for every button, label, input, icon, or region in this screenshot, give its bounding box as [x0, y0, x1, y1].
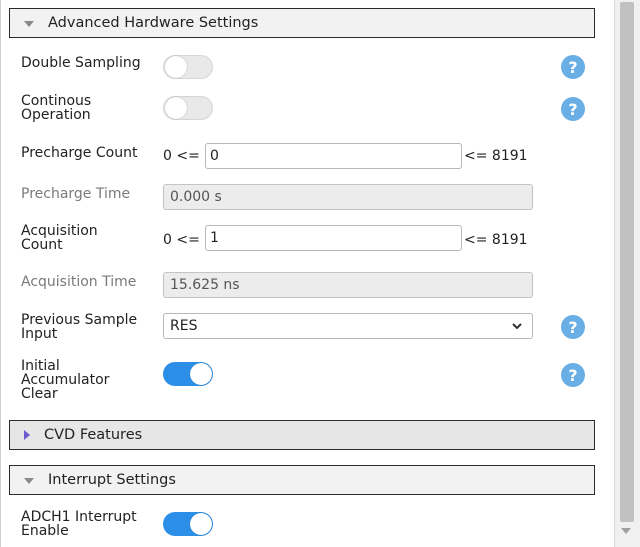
- acquisition-count-min: 0 <=: [163, 232, 200, 248]
- section-header-cvd-features[interactable]: CVD Features: [9, 420, 595, 450]
- scrollbar-thumb[interactable]: [620, 2, 634, 522]
- help-icon[interactable]: ?: [561, 97, 585, 121]
- row-precharge-time: Precharge Time 0.000 s: [1, 183, 615, 213]
- toggle-knob: [165, 97, 187, 119]
- triangle-down-icon: [24, 21, 34, 27]
- section-title: CVD Features: [44, 427, 143, 443]
- select-value: RES: [170, 318, 198, 334]
- row-acquisition-count: Acquisition Count 0 <= <= 8191: [1, 224, 615, 258]
- help-icon[interactable]: ?: [561, 363, 585, 387]
- triangle-down-icon: [24, 478, 34, 484]
- continuous-operation-toggle[interactable]: [163, 96, 213, 120]
- row-precharge-count: Precharge Count 0 <= <= 8191: [1, 142, 615, 172]
- precharge-count-max: <= 8191: [464, 148, 528, 164]
- label-initial-accumulator-clear: Initial Accumulator Clear: [21, 358, 110, 402]
- precharge-time-field: 0.000 s: [163, 184, 533, 210]
- row-initial-accumulator-clear: Initial Accumulator Clear ?: [1, 358, 615, 406]
- previous-sample-input-select[interactable]: RES: [163, 313, 533, 339]
- section-title: Interrupt Settings: [48, 472, 176, 488]
- label-acquisition-count: Acquisition Count: [21, 223, 98, 253]
- label-double-sampling: Double Sampling: [21, 55, 141, 71]
- precharge-count-min: 0 <=: [163, 148, 200, 164]
- row-previous-sample-input: Previous Sample Input RES ?: [1, 312, 615, 344]
- label-precharge-time: Precharge Time: [21, 186, 131, 202]
- acquisition-time-field: 15.625 ns: [163, 272, 533, 298]
- section-header-interrupt-settings[interactable]: Interrupt Settings: [9, 465, 595, 495]
- label-precharge-count: Precharge Count: [21, 145, 138, 161]
- label-adch1-interrupt-enable: ADCH1 Interrupt Enable: [21, 509, 137, 539]
- help-icon[interactable]: ?: [561, 55, 585, 79]
- row-continuous-operation: Continous Operation ?: [1, 92, 615, 126]
- label-acquisition-time: Acquisition Time: [21, 274, 137, 290]
- label-continuous-operation: Continous Operation: [21, 93, 92, 123]
- row-double-sampling: Double Sampling ?: [1, 52, 615, 82]
- toggle-knob: [190, 363, 212, 385]
- acquisition-count-max: <= 8191: [464, 232, 528, 248]
- row-acquisition-time: Acquisition Time 15.625 ns: [1, 271, 615, 301]
- section-header-advanced-hardware[interactable]: Advanced Hardware Settings: [9, 8, 595, 38]
- toggle-knob: [190, 513, 212, 535]
- help-icon[interactable]: ?: [561, 315, 585, 339]
- chevron-down-icon: [512, 323, 522, 330]
- scroll-down-arrow-icon[interactable]: [621, 528, 631, 534]
- triangle-right-icon: [24, 430, 30, 440]
- settings-panel: Advanced Hardware Settings Double Sampli…: [0, 0, 615, 547]
- acquisition-count-input[interactable]: [205, 225, 462, 251]
- toggle-knob: [165, 56, 187, 78]
- row-adch1-interrupt-enable: ADCH1 Interrupt Enable: [1, 509, 615, 545]
- precharge-count-input[interactable]: [205, 143, 462, 169]
- double-sampling-toggle[interactable]: [163, 55, 213, 79]
- section-title: Advanced Hardware Settings: [48, 15, 259, 31]
- vertical-scrollbar[interactable]: [614, 0, 640, 547]
- label-previous-sample-input: Previous Sample Input: [21, 312, 138, 342]
- initial-accumulator-clear-toggle[interactable]: [163, 362, 213, 386]
- adch1-interrupt-enable-toggle[interactable]: [163, 512, 213, 536]
